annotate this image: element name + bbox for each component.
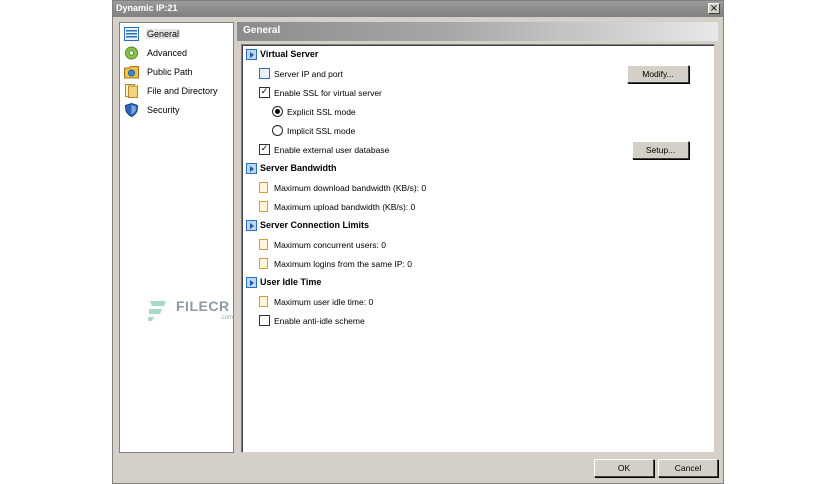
- item-label: Enable anti-idle scheme: [274, 316, 365, 326]
- document-icon: [259, 239, 268, 250]
- network-icon: [259, 68, 270, 79]
- sidebar-item-label: Advanced: [147, 48, 188, 58]
- document-icon: [259, 296, 268, 307]
- expand-arrow-icon: [246, 49, 257, 60]
- checkbox-unchecked[interactable]: [259, 315, 270, 326]
- watermark: FILECR .com: [146, 294, 241, 326]
- sidebar-item-general[interactable]: General: [123, 26, 231, 43]
- sidebar-item-advanced[interactable]: Advanced: [123, 45, 231, 62]
- item-label: Maximum download bandwidth (KB/s): 0: [274, 183, 427, 193]
- content-area: General Virtual Server Server IP and por…: [237, 22, 718, 453]
- sidebar-item-label: Public Path: [147, 67, 193, 77]
- close-icon: ×: [709, 3, 719, 14]
- item-label: Explicit SSL mode: [287, 107, 356, 117]
- shield-icon: [124, 103, 139, 117]
- item-label: Server IP and port: [274, 69, 343, 79]
- item-label: Maximum logins from the same IP: 0: [274, 259, 412, 269]
- expand-arrow-icon: [246, 277, 257, 288]
- modify-button[interactable]: Modify...: [627, 65, 689, 83]
- item-label: Maximum upload bandwidth (KB/s): 0: [274, 202, 416, 212]
- radio-selected[interactable]: [272, 106, 283, 117]
- group-title: Server Connection Limits: [260, 220, 370, 230]
- section-header: General: [237, 22, 718, 41]
- document-icon: [259, 182, 268, 193]
- sidebar-item-label: General: [146, 29, 181, 39]
- gear-icon: [125, 46, 138, 60]
- window-title: Dynamic IP:21: [116, 3, 178, 13]
- title-bar[interactable]: Dynamic IP:21 ×: [113, 1, 723, 17]
- close-button[interactable]: ×: [708, 3, 720, 14]
- group-title: Server Bandwidth: [260, 163, 337, 173]
- group-title: Virtual Server: [260, 49, 319, 59]
- watermark-text: FILECR: [176, 298, 230, 314]
- group-title: User Idle Time: [260, 277, 322, 287]
- document-icon: [259, 258, 268, 269]
- document-icon: [259, 201, 268, 212]
- watermark-logo-icon: [148, 301, 166, 321]
- item-label: Maximum user idle time: 0: [274, 297, 374, 307]
- settings-panel: Virtual Server Server IP and port Modify…: [241, 44, 715, 453]
- sidebar-item-label: Security: [147, 105, 180, 115]
- ok-button[interactable]: OK: [594, 459, 654, 477]
- item-label: Enable external user database: [274, 145, 390, 155]
- page-title: General: [243, 25, 281, 36]
- expand-arrow-icon: [246, 220, 257, 231]
- sidebar-item-public-path[interactable]: Public Path: [123, 64, 231, 81]
- folder-icon: [124, 66, 139, 79]
- general-icon: [124, 27, 139, 41]
- setup-button[interactable]: Setup...: [632, 141, 689, 159]
- sidebar: General Advanced Public Path File and Di…: [119, 22, 234, 453]
- file-icon: [125, 84, 138, 98]
- checkbox-checked[interactable]: ✓: [259, 87, 270, 98]
- item-label: Enable SSL for virtual server: [274, 88, 382, 98]
- sidebar-item-security[interactable]: Security: [123, 102, 231, 119]
- watermark-suffix: .com: [220, 315, 234, 321]
- item-label: Maximum concurrent users: 0: [274, 240, 386, 250]
- cancel-button[interactable]: Cancel: [658, 459, 718, 477]
- radio-unselected[interactable]: [272, 125, 283, 136]
- expand-arrow-icon: [246, 163, 257, 174]
- sidebar-item-file-directory[interactable]: File and Directory: [123, 83, 231, 100]
- sidebar-item-label: File and Directory: [147, 86, 218, 96]
- checkbox-checked[interactable]: ✓: [259, 144, 270, 155]
- item-label: Implicit SSL mode: [287, 126, 356, 136]
- dialog-window: Dynamic IP:21 × General Advanced Public …: [112, 0, 724, 484]
